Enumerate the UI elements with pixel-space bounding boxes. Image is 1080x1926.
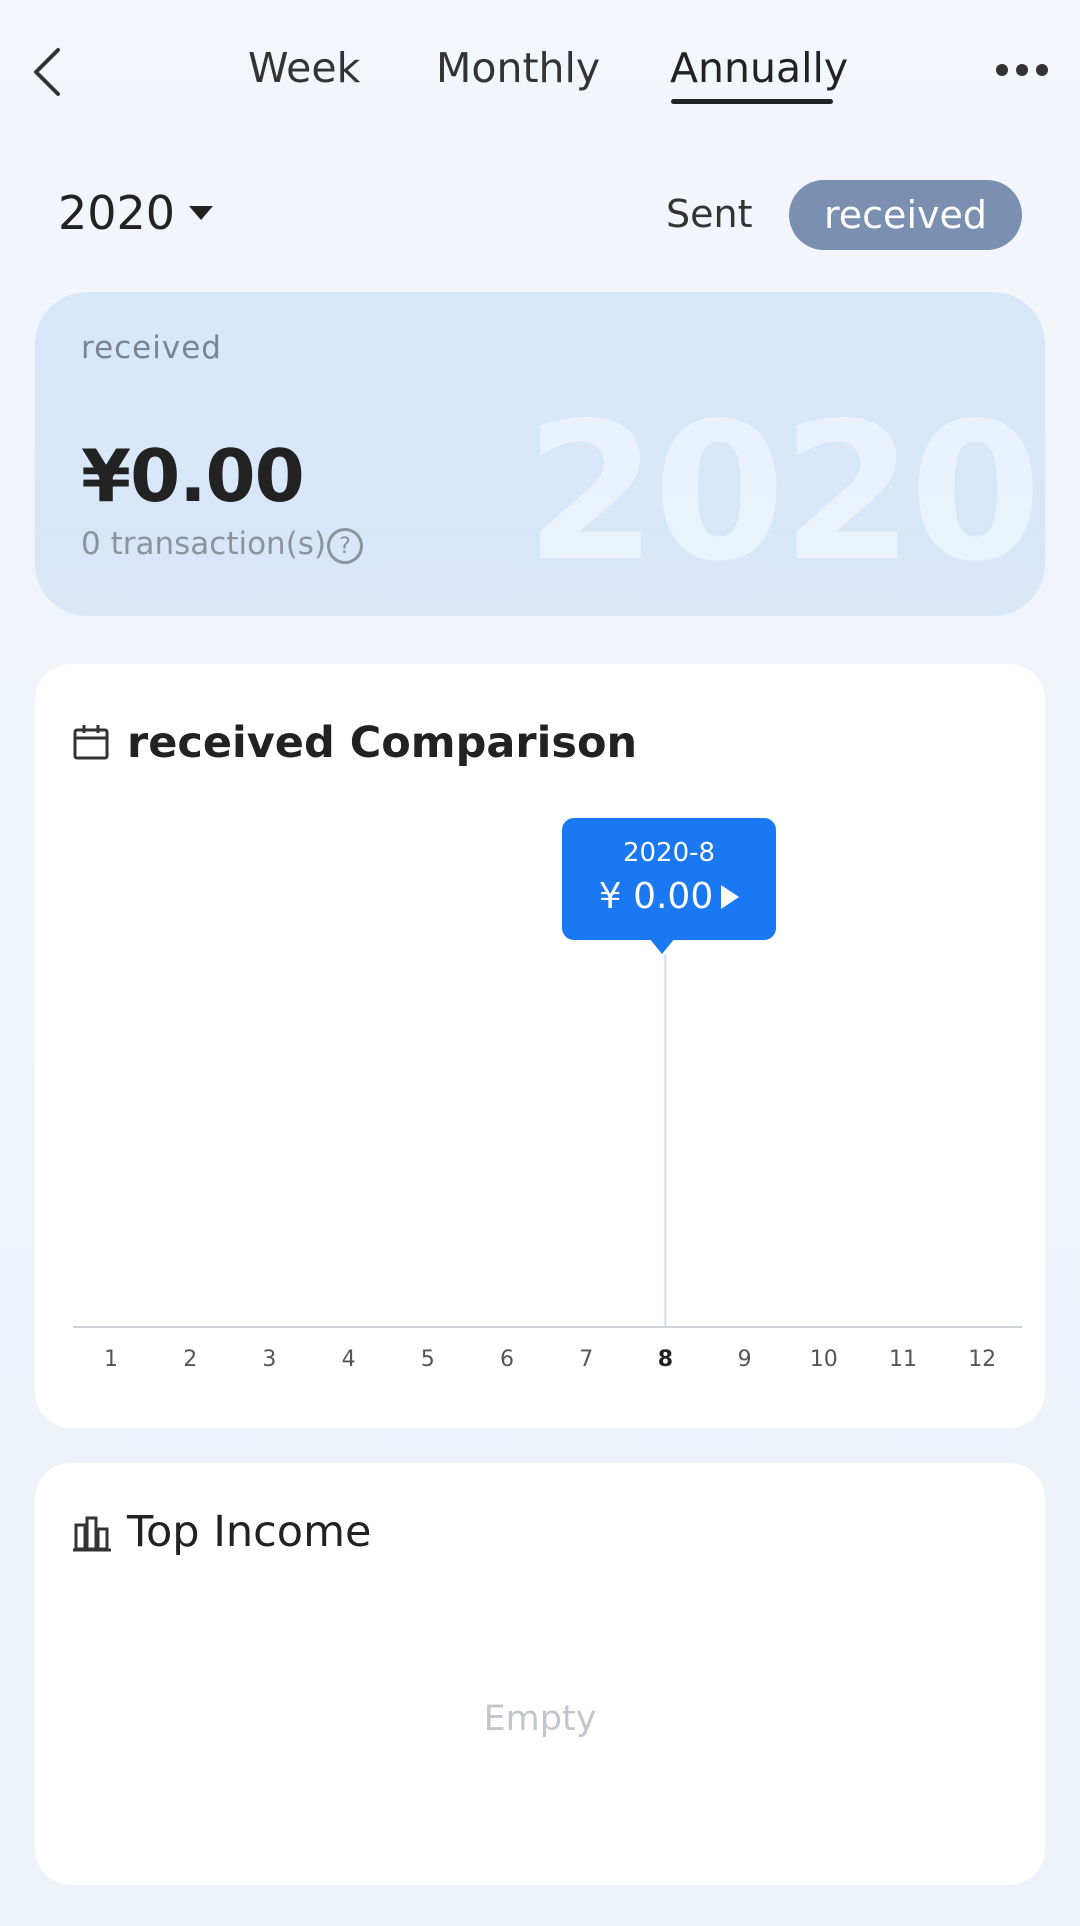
caret-down-icon [189, 206, 214, 220]
received-toggle-button[interactable]: received [789, 180, 1022, 250]
x-tick-label: 10 [810, 1347, 838, 1372]
x-tick-label: 8 [658, 1347, 673, 1372]
chart-tooltip: 2020-8 ¥ 0.00 [562, 818, 776, 940]
tooltip-amount: ¥ 0.00 [598, 876, 714, 917]
summary-amount: ¥0.00 [81, 434, 305, 518]
tooltip-pointer [649, 938, 675, 954]
top-income-title: Top Income [127, 1507, 372, 1557]
x-tick-label: 5 [421, 1347, 435, 1372]
x-tick-label: 2 [183, 1347, 197, 1372]
comparison-card: 1 2 3 4 5 6 7 8 9 10 11 12 received Comparison 2020… [35, 664, 1045, 1428]
x-tick-label: 6 [500, 1347, 514, 1372]
x-tick-label: 12 [968, 1347, 996, 1372]
play-arrow-icon [721, 884, 740, 909]
comparison-title: received Comparison [127, 718, 638, 768]
bar-chart-icon [73, 1516, 111, 1552]
year-value: 2020 [58, 186, 176, 240]
active-tab-indicator [671, 99, 833, 104]
more-dot [996, 64, 1008, 76]
transaction-count: 0 transaction(s) [81, 526, 327, 562]
more-dot [1036, 64, 1048, 76]
top-income-card: Top Income Empty [35, 1463, 1045, 1885]
x-tick-label: 7 [579, 1347, 593, 1372]
more-dot [1016, 64, 1028, 76]
year-selector[interactable]: 2020 [58, 186, 214, 240]
tab-annually[interactable]: Annually [670, 44, 848, 92]
chevron-left-icon [34, 48, 60, 96]
tooltip-detail-link[interactable]: ¥ 0.00 [562, 876, 776, 917]
calendar-icon [73, 725, 109, 760]
tooltip-date: 2020-8 [622, 838, 716, 868]
x-tick-label: 3 [262, 1347, 276, 1372]
x-tick-label: 4 [342, 1347, 356, 1372]
question-circle-icon[interactable]: ? [327, 528, 363, 564]
summary-card: 2020 received ¥0.00 0 transaction(s) ? [35, 292, 1045, 616]
tab-monthly[interactable]: Monthly [436, 44, 600, 92]
empty-state-text: Empty [483, 1699, 597, 1739]
x-tick-label: 9 [738, 1347, 752, 1372]
x-tick-label: 11 [889, 1347, 917, 1372]
more-button[interactable] [996, 54, 1048, 86]
summary-label: received [81, 330, 222, 366]
back-button[interactable] [22, 40, 82, 100]
comparison-chart[interactable]: 1 2 3 4 5 6 7 8 9 10 11 12 [35, 664, 1045, 1428]
year-watermark: 2020 [525, 382, 1042, 603]
sent-toggle-button[interactable]: Sent [666, 192, 752, 236]
tab-week[interactable]: Week [248, 44, 360, 92]
x-tick-label: 1 [104, 1347, 118, 1372]
